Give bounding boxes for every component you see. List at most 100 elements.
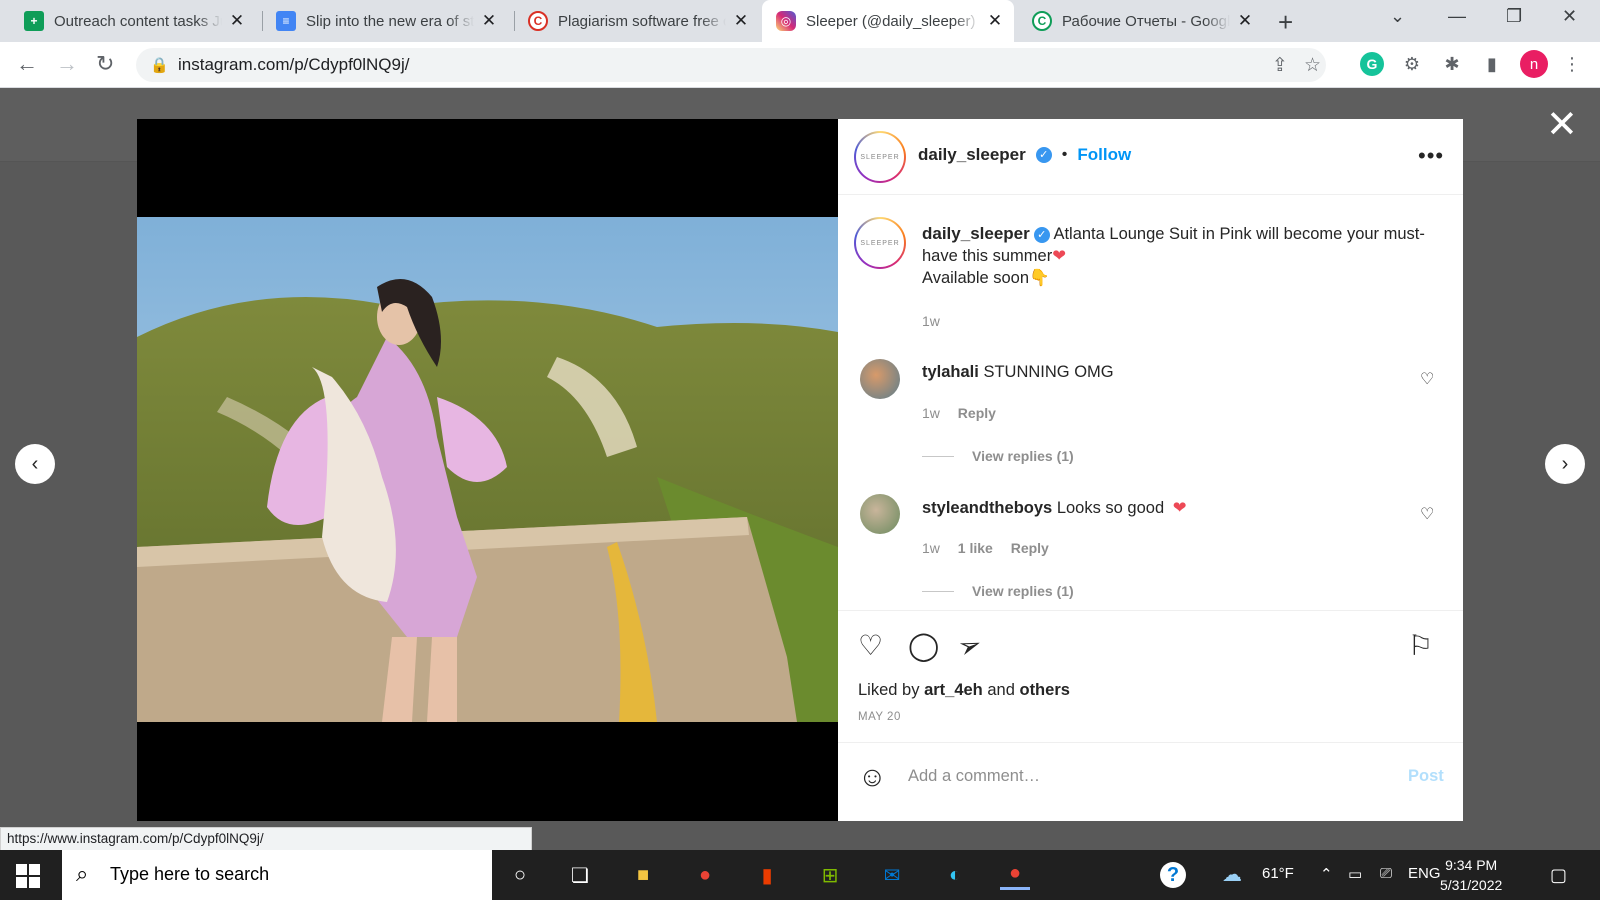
edge-icon[interactable]: ◐ [940,860,970,890]
profile-avatar[interactable]: n [1520,50,1548,78]
extension-gear-icon[interactable]: ⚙ [1400,52,1424,76]
comment-age[interactable]: 1w [922,540,940,556]
browser-tab-1[interactable]: + Outreach content tasks Ju ✕ [10,0,256,42]
help-question-icon[interactable]: ? [1160,862,1186,888]
instagram-page: ✕ ‹ › SLEEPER daily_sleeper ✓ • Follow •… [0,88,1600,850]
close-tab-icon[interactable]: ✕ [1236,11,1254,31]
previous-post-arrow-icon[interactable]: ‹ [15,444,55,484]
weather-cloud-icon[interactable]: ☁ [1222,862,1242,887]
plagiarism-icon: C [528,11,548,31]
liked-by: Liked by art_4eh and others [858,681,1070,699]
liked-by-user[interactable]: art_4eh [924,681,983,699]
reload-icon[interactable]: ↻ [96,51,114,77]
bookmark-star-icon[interactable]: ☆ [1304,54,1321,77]
browser-tab-5[interactable]: C Рабочие Отчеты - Googl ✕ [1018,0,1264,42]
comment-username[interactable]: tylahali [922,363,979,381]
caption-author-avatar[interactable]: SLEEPER [854,217,906,269]
language-indicator[interactable]: ENG [1408,865,1441,882]
author-avatar[interactable]: SLEEPER [854,131,906,183]
back-arrow-icon[interactable]: ← [16,51,38,77]
browser-tab-4-active[interactable]: ◎ Sleeper (@daily_sleeper) · ✕ [762,0,1014,42]
network-icon[interactable]: ⎚ [1380,865,1392,882]
next-post-arrow-icon[interactable]: › [1545,444,1585,484]
like-comment-heart-icon[interactable]: ♡ [1420,504,1434,524]
commenter-avatar[interactable] [860,494,900,534]
caption-line-2: Available soon [922,269,1030,287]
tab-search-chevron-icon[interactable]: ⌄ [1390,6,1405,27]
follow-button[interactable]: Follow [1077,145,1131,165]
heart-emoji-icon: ❤ [1052,247,1067,265]
view-replies-button[interactable]: View replies (1) [922,583,1074,599]
view-replies-button[interactable]: View replies (1) [922,448,1074,464]
mail-icon[interactable]: ✉ [877,860,907,890]
close-window-icon[interactable]: ✕ [1562,6,1577,27]
close-tab-icon[interactable]: ✕ [228,11,246,31]
search-icon: ⌕ [76,861,89,886]
close-tab-icon[interactable]: ✕ [732,11,750,31]
close-modal-icon[interactable]: ✕ [1546,106,1578,144]
docs-icon: ≡ [276,11,296,31]
address-url[interactable]: instagram.com/p/Cdypf0lNQ9j/ [178,55,409,75]
emoji-smiley-icon[interactable]: ☺ [858,761,887,793]
like-heart-icon[interactable]: ♡ [858,629,883,662]
windows-start-icon[interactable] [16,864,40,888]
commenter-avatar[interactable] [860,359,900,399]
comment-input[interactable]: Add a comment… [908,767,1040,786]
share-icon[interactable]: ⇪ [1272,54,1288,77]
verified-badge-icon: ✓ [1033,226,1050,243]
comment-1-meta: 1w Reply [922,405,996,421]
file-explorer-icon[interactable]: ■ [628,860,658,890]
reply-button[interactable]: Reply [958,405,996,421]
close-tab-icon[interactable]: ✕ [480,11,498,31]
google-chat-icon: C [1032,11,1052,31]
side-panel-icon[interactable]: ▮ [1480,52,1504,76]
address-bar[interactable]: 🔒 instagram.com/p/Cdypf0lNQ9j/ ⇪ ☆ [136,48,1326,82]
save-bookmark-icon[interactable]: ⚐ [1408,629,1433,662]
post-media [137,119,838,821]
comment-composer: ☺ Add a comment… Post [838,742,1463,822]
browser-toolbar: ← → ↻ 🔒 instagram.com/p/Cdypf0lNQ9j/ ⇪ ☆… [0,42,1600,88]
weather-temp[interactable]: 61°F [1262,865,1294,882]
cortana-circle-icon[interactable]: ○ [505,860,535,890]
minimize-icon[interactable]: — [1448,6,1466,27]
comment-likes[interactable]: 1 like [958,540,993,556]
taskbar-search-box[interactable]: ⌕ Type here to search [62,850,492,900]
browser-tab-2[interactable]: ≡ Slip into the new era of st ✕ [262,0,508,42]
comment-username[interactable]: styleandtheboys [922,499,1052,517]
heart-emoji-icon: ❤ [1172,499,1187,517]
post-date[interactable]: MAY 20 [858,711,901,723]
notifications-icon[interactable]: ▢ [1550,865,1567,886]
comment-text: Looks so good [1056,499,1165,517]
close-tab-icon[interactable]: ✕ [986,11,1004,31]
microsoft-store-icon[interactable]: ⊞ [815,860,845,890]
share-paper-plane-icon[interactable]: ➢ [953,626,986,665]
restore-icon[interactable]: ❐ [1506,6,1522,27]
chrome-profile-icon[interactable]: ● [1000,860,1030,890]
caption-age[interactable]: 1w [922,313,940,329]
browser-tab-3[interactable]: C Plagiarism software free c ✕ [514,0,760,42]
windows-taskbar: ⌕ Type here to search ○ ❏ ■ ● ▮ ⊞ ✉ ◐ ● … [0,850,1600,900]
reply-button[interactable]: Reply [1011,540,1049,556]
author-username[interactable]: daily_sleeper [918,145,1026,165]
show-hidden-icons-chevron-icon[interactable]: ⌃ [1320,865,1333,883]
comment-age[interactable]: 1w [922,405,940,421]
like-comment-heart-icon[interactable]: ♡ [1420,369,1434,389]
lock-icon[interactable]: 🔒 [150,56,169,74]
post-actions: ♡ ◯ ➢ ⚐ Liked by art_4eh and others MAY … [838,610,1463,821]
chrome-icon[interactable]: ● [690,860,720,890]
post-comment-button[interactable]: Post [1408,767,1444,786]
forward-arrow-icon[interactable]: → [56,51,78,77]
task-view-icon[interactable]: ❏ [565,860,595,890]
battery-icon[interactable]: ▭ [1348,865,1362,883]
system-clock[interactable]: 9:34 PM 5/31/2022 [1440,855,1502,895]
extensions-puzzle-icon[interactable]: ✱ [1440,52,1464,76]
office-icon[interactable]: ▮ [752,860,782,890]
caption-username[interactable]: daily_sleeper [922,224,1030,243]
new-tab-plus-icon[interactable]: + [1278,7,1293,38]
comment-bubble-icon[interactable]: ◯ [908,629,939,662]
more-options-icon[interactable]: ••• [1418,143,1444,169]
grammarly-icon[interactable]: G [1360,52,1384,76]
browser-menu-icon[interactable]: ⋮ [1560,52,1584,76]
liked-by-others[interactable]: others [1019,681,1069,699]
comment-2-meta: 1w 1 like Reply [922,540,1049,556]
